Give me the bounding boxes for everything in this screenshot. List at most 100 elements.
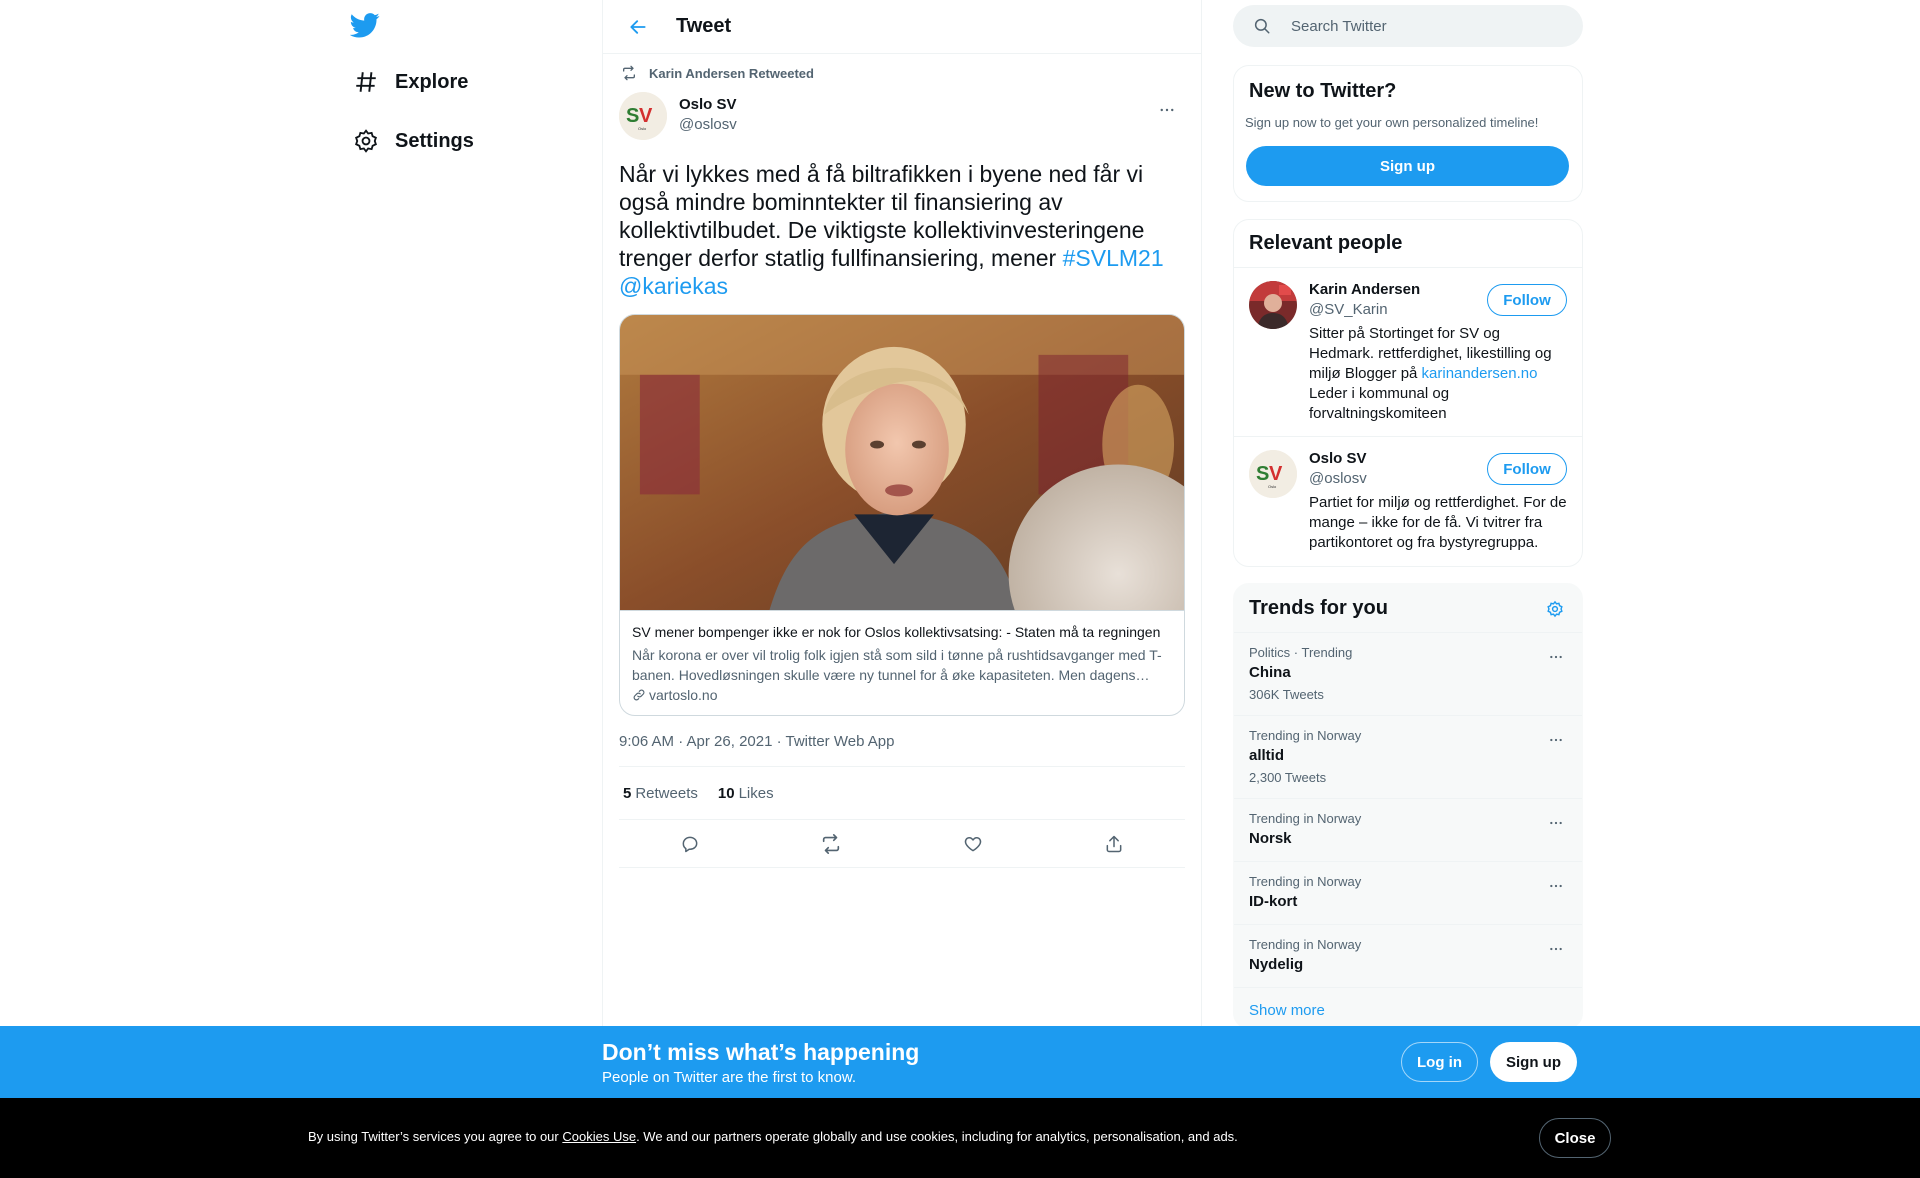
- search-icon: [1253, 17, 1271, 35]
- trend-count: 2,300 Tweets: [1249, 770, 1327, 785]
- bio-link[interactable]: karinandersen.no: [1422, 365, 1538, 382]
- banner-signup-button[interactable]: Sign up: [1490, 1042, 1577, 1082]
- svg-text:S: S: [626, 105, 639, 127]
- card-image: [620, 315, 1184, 611]
- card-domain: vartoslo.no: [632, 685, 1172, 705]
- person-bio: Sitter på Stortinget for SV og Hedmark. …: [1309, 324, 1567, 424]
- likes-stat[interactable]: 10 Likes: [718, 785, 774, 802]
- tweet: Karin Andersen Retweeted S V Oslo Oslo SV …: [603, 54, 1201, 868]
- retweet-action-icon[interactable]: [813, 826, 849, 862]
- svg-text:S: S: [1256, 463, 1269, 485]
- card-title: SV mener bompenger ikke er nok for Oslos…: [632, 624, 1161, 640]
- svg-text:Oslo: Oslo: [1268, 484, 1277, 489]
- signup-banner-heading: Don’t miss what’s happening: [602, 1039, 920, 1065]
- signup-button[interactable]: Sign up: [1246, 146, 1569, 186]
- gear-icon[interactable]: [1540, 594, 1570, 624]
- more-options-icon[interactable]: [1151, 94, 1183, 126]
- link-icon: [633, 689, 645, 701]
- author-name[interactable]: Oslo SV: [679, 95, 737, 115]
- cookies-use-link[interactable]: Cookies Use: [562, 1129, 636, 1144]
- avatar[interactable]: S V Oslo: [1249, 450, 1297, 498]
- trend-context: Trending in Norway: [1249, 874, 1362, 889]
- tweet-text: Når vi lykkes med å få biltrafikken i by…: [619, 160, 1185, 300]
- person-bio: Partiet for miljø og rettferdighet. For …: [1309, 494, 1567, 551]
- twitter-bird-icon[interactable]: [349, 10, 382, 42]
- more-options-icon[interactable]: [1544, 811, 1568, 835]
- trend-item[interactable]: Trending in Norway ID-kort: [1234, 862, 1582, 925]
- person-card[interactable]: S V Oslo Oslo SV @oslosv Partiet for miljø…: [1234, 437, 1582, 565]
- nav-settings[interactable]: Settings: [343, 116, 474, 166]
- reply-icon[interactable]: [672, 826, 708, 862]
- retweets-count: 5: [623, 784, 632, 802]
- trend-context: Trending in Norway: [1249, 811, 1362, 826]
- close-button[interactable]: Close: [1539, 1118, 1611, 1158]
- trend-item[interactable]: Trending in Norway Nydelig: [1234, 925, 1582, 988]
- share-icon[interactable]: [1096, 826, 1132, 862]
- search-bar[interactable]: [1233, 5, 1583, 47]
- follow-button[interactable]: Follow: [1487, 284, 1567, 316]
- tweet-header: Tweet: [603, 0, 1201, 54]
- page-title: Tweet: [676, 15, 732, 37]
- trends-panel: Trends for you Politics · Trending China…: [1233, 583, 1583, 1029]
- show-more-link[interactable]: Show more: [1234, 988, 1582, 1028]
- trend-count: 306K Tweets: [1249, 687, 1324, 702]
- retweet-icon: [619, 65, 639, 81]
- trend-item[interactable]: Politics · Trending China 306K Tweets: [1234, 633, 1582, 716]
- avatar[interactable]: [1249, 281, 1297, 329]
- nav-explore[interactable]: Explore: [343, 57, 468, 107]
- more-options-icon[interactable]: [1544, 645, 1568, 669]
- person-bio-text-end: Leder i kommunal og forvaltningskomiteen: [1309, 385, 1450, 422]
- trend-item[interactable]: Trending in Norway Norsk: [1234, 799, 1582, 862]
- more-options-icon[interactable]: [1544, 728, 1568, 752]
- svg-text:V: V: [639, 105, 653, 127]
- relevant-people-panel: Relevant people Karin Andersen @SV_Karin…: [1233, 219, 1583, 567]
- trend-item[interactable]: Trending in Norway alltid 2,300 Tweets: [1234, 716, 1582, 799]
- svg-text:V: V: [1269, 463, 1283, 485]
- follow-button[interactable]: Follow: [1487, 453, 1567, 485]
- new-to-twitter-panel: New to Twitter? Sign up now to get your …: [1233, 65, 1583, 202]
- like-heart-icon[interactable]: [955, 826, 991, 862]
- trend-context: Trending in Norway: [1249, 937, 1362, 952]
- relevant-people-title: Relevant people: [1249, 232, 1403, 254]
- avatar[interactable]: S V Oslo: [619, 92, 667, 140]
- search-input[interactable]: [1291, 17, 1551, 35]
- cookie-banner: By using Twitter’s services you agree to…: [0, 1098, 1920, 1178]
- card-domain-text: vartoslo.no: [649, 687, 718, 703]
- trend-name: ID-kort: [1249, 893, 1298, 910]
- mention-link[interactable]: @kariekas: [619, 273, 728, 299]
- cookie-text-end: . We and our partners operate globally a…: [636, 1129, 1238, 1144]
- more-options-icon[interactable]: [1544, 937, 1568, 961]
- trend-context: Politics · Trending: [1249, 645, 1353, 660]
- gear-icon: [348, 128, 384, 154]
- signup-banner-subheading: People on Twitter are the first to know.: [602, 1069, 857, 1086]
- nav-explore-label: Explore: [395, 70, 469, 93]
- trend-name: Nydelig: [1249, 956, 1304, 973]
- retweet-context: Karin Andersen Retweeted: [619, 54, 1185, 92]
- likes-count: 10: [717, 784, 735, 802]
- hashtag-link[interactable]: #SVLM21: [1063, 245, 1164, 271]
- svg-text:Oslo: Oslo: [638, 126, 647, 131]
- link-card[interactable]: SV mener bompenger ikke er nok for Oslos…: [619, 314, 1185, 716]
- nav-settings-label: Settings: [395, 129, 474, 152]
- person-card[interactable]: Karin Andersen @SV_Karin Sitter på Stort…: [1234, 268, 1582, 437]
- hashtag-icon: [348, 69, 384, 95]
- tweet-stats: 5 Retweets 10 Likes: [619, 767, 1185, 820]
- retweets-stat[interactable]: 5 Retweets: [623, 785, 698, 802]
- retweeted-by-text[interactable]: Karin Andersen Retweeted: [649, 66, 814, 81]
- card-description: Når korona er over vil trolig folk igjen…: [632, 647, 1162, 683]
- trend-name: China: [1249, 664, 1291, 681]
- tweet-timestamp[interactable]: 9:06 AM · Apr 26, 2021 · Twitter Web App: [619, 716, 1185, 767]
- tweet-author: S V Oslo Oslo SV @oslosv: [619, 92, 1185, 146]
- login-button[interactable]: Log in: [1401, 1042, 1478, 1082]
- tweet-actions: [619, 820, 1185, 868]
- trend-name: alltid: [1249, 747, 1285, 764]
- cookie-text-start: By using Twitter’s services you agree to…: [308, 1129, 563, 1144]
- trend-name: Norsk: [1249, 830, 1292, 847]
- back-arrow-icon[interactable]: [620, 9, 656, 45]
- likes-label: Likes: [738, 784, 774, 802]
- retweets-label: Retweets: [635, 784, 698, 802]
- author-handle[interactable]: @oslosv: [679, 115, 737, 135]
- cookie-text: By using Twitter’s services you agree to…: [308, 1129, 1238, 1144]
- more-options-icon[interactable]: [1544, 874, 1568, 898]
- new-to-twitter-title: New to Twitter?: [1249, 80, 1397, 102]
